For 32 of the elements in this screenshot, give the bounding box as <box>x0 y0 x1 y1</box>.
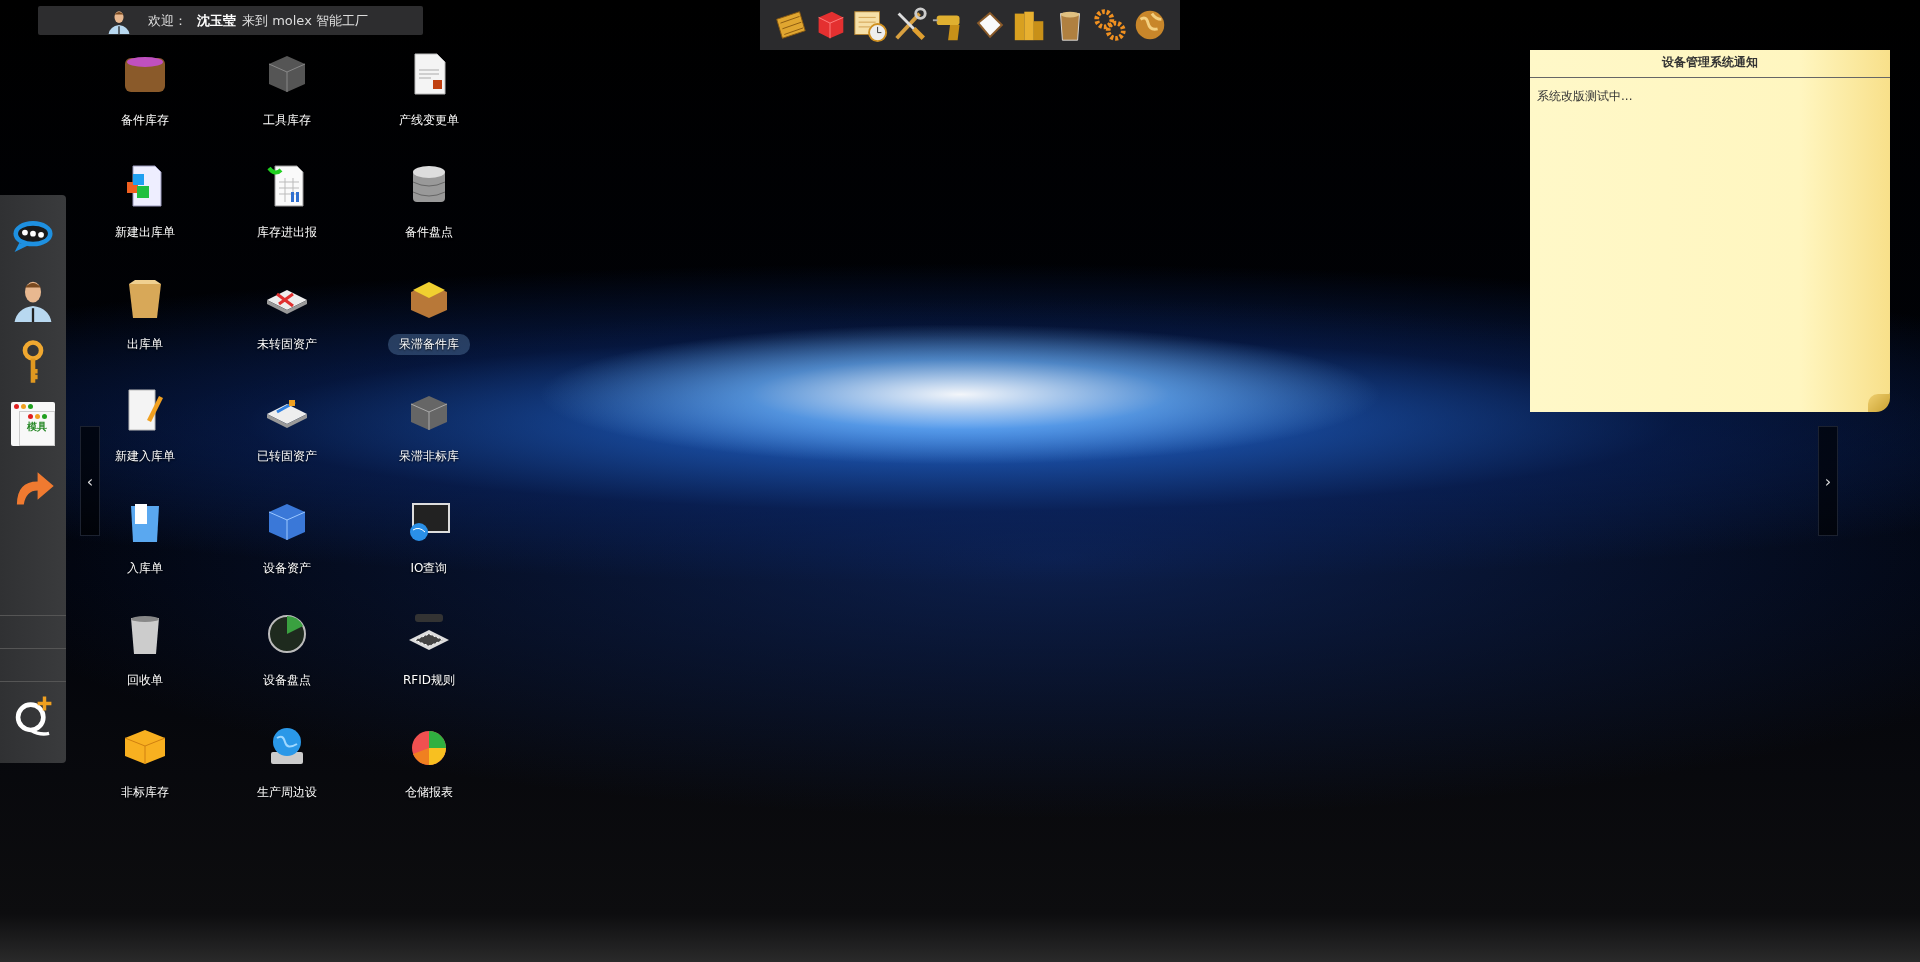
icon-label[interactable]: RFID规则 <box>392 670 466 691</box>
icon-label[interactable]: 库存进出报 <box>246 222 328 243</box>
welcome-text: 欢迎： <box>148 11 187 30</box>
icon-label[interactable]: 新建出库单 <box>104 222 186 243</box>
icon-label[interactable]: 设备盘点 <box>252 670 322 691</box>
icon-label: 模具 <box>27 421 47 433</box>
icon-label[interactable]: 备件盘点 <box>394 222 464 243</box>
icon-label[interactable]: 出库单 <box>116 334 174 355</box>
notice-title: 设备管理系统通知 <box>1530 50 1890 78</box>
previous-page-button[interactable]: ‹ <box>80 426 100 536</box>
icon-label[interactable]: 未转固资产 <box>246 334 328 355</box>
gears-icon[interactable] <box>1091 6 1129 44</box>
icon-label[interactable]: IO查询 <box>399 558 459 579</box>
next-page-button[interactable]: › <box>1818 426 1838 536</box>
icon-label[interactable]: 呆滞非标库 <box>388 446 470 467</box>
icon-label[interactable]: 回收单 <box>116 670 174 691</box>
icon-label[interactable]: 产线变更单 <box>388 110 470 131</box>
notice-text: 系统改版测试中... <box>1536 88 1634 105</box>
windows-icon[interactable]: 模具 <box>11 402 55 446</box>
icon-label[interactable]: 设备资产 <box>252 558 322 579</box>
icon-label[interactable]: 工具库存 <box>252 110 322 131</box>
icon-label[interactable]: 呆滞备件库 <box>388 334 470 355</box>
page-curl-icon <box>1868 394 1890 412</box>
icon-label[interactable]: 入库单 <box>116 558 174 579</box>
welcome-text: 来到 molex 智能工厂 <box>242 11 368 30</box>
icon-label[interactable]: 已转固资产 <box>246 446 328 467</box>
icon-label[interactable]: 备件库存 <box>110 110 180 131</box>
icon-label[interactable]: 新建入库单 <box>104 446 186 467</box>
icon-label[interactable]: 仓储报表 <box>394 782 464 803</box>
user-name: 沈玉莹 <box>197 11 236 30</box>
icon-label[interactable]: 非标库存 <box>110 782 180 803</box>
icon-label[interactable]: 生产周边设 <box>246 782 328 803</box>
